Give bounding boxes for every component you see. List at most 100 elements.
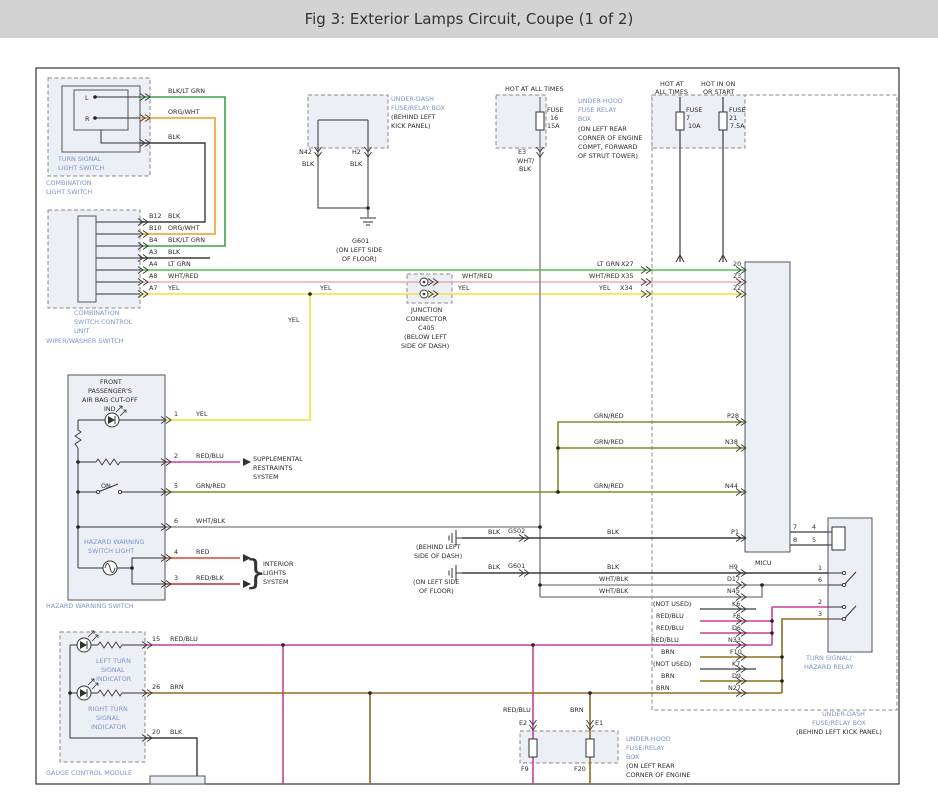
label-signal: SIGNAL: [96, 714, 120, 722]
label-under-dash: UNDER-DASH: [391, 95, 434, 103]
junction-dot-12: [531, 643, 535, 647]
figure-title: Fig 3: Exterior Lamps Circuit, Coupe (1 …: [305, 10, 634, 28]
label-switch-light: SWITCH LIGHT: [88, 547, 134, 555]
label-e3: E3: [518, 148, 526, 156]
label-box: BOX: [626, 753, 640, 761]
junction-dot-1: [366, 206, 370, 210]
label-corner-of-engine: CORNER OF ENGINE: [578, 134, 642, 142]
label-3: 3: [818, 610, 822, 618]
label-g502: G502: [508, 527, 525, 535]
junction-dot-1: [423, 293, 426, 296]
label-fuse-relay-box: FUSE/RELAY BOX: [391, 104, 445, 112]
label-7: 7: [793, 523, 797, 531]
label-blk: BLK: [350, 160, 363, 168]
label-22: 22: [733, 284, 741, 292]
label-k6: K6: [732, 600, 740, 608]
label-7-5a: 7.5A: [730, 122, 745, 130]
label-b10: B10: [149, 224, 162, 232]
label-all-times: ALL TIMES: [655, 88, 688, 96]
label-7: 7: [686, 114, 690, 122]
label-supplemental: SUPPLEMENTAL: [253, 455, 303, 463]
label-grn-red: GRN/RED: [594, 438, 624, 446]
junction-dot-8: [76, 525, 80, 529]
label-blk-lt-grn: BLK/LT GRN: [168, 236, 205, 244]
label-2: 2: [174, 452, 178, 460]
label-red: RED: [196, 548, 209, 556]
label-red-blu: RED/BLU: [503, 706, 531, 714]
label-light-switch: LIGHT SWITCH: [46, 188, 92, 196]
junction-dot-15: [770, 619, 774, 623]
label-on-left-rear: (ON LEFT REAR: [626, 762, 675, 770]
label-red-blu: RED/BLU: [170, 635, 198, 643]
label-yel: YEL: [598, 284, 611, 292]
label-6: 6: [174, 517, 178, 525]
label-wht: WHT/: [517, 157, 535, 165]
label-f9: F9: [521, 765, 529, 773]
label-d9: D9: [732, 672, 741, 680]
label-blk: BLK: [488, 528, 501, 536]
box-partial-module-bottom: [150, 776, 205, 784]
label-n38: N38: [725, 438, 738, 446]
label-1: 1: [174, 410, 178, 418]
label-lights: LIGHTS: [263, 569, 286, 577]
label-g601: G601: [352, 237, 369, 245]
label-kick-panel: KICK PANEL): [391, 122, 430, 130]
label-under-dash: UNDER-DASH: [822, 710, 865, 718]
junction-dot-7: [76, 490, 80, 494]
label-2: 2: [818, 598, 822, 606]
label-wht-red: WHT/RED: [168, 272, 199, 280]
label-below-left: (BELOW LEFT: [404, 333, 447, 341]
junction-dot-18: [780, 679, 784, 683]
label-blk: BLK: [170, 728, 183, 736]
label-front: FRONT: [100, 378, 122, 386]
label-fuse-relay: FUSE/RELAY: [626, 744, 665, 752]
label-r: R: [85, 115, 90, 123]
label-a7: A7: [149, 284, 157, 292]
label-26: 26: [152, 683, 160, 691]
label-on-left-side: (ON LEFT SIDE: [336, 246, 382, 254]
label-behind-left: (BEHIND LEFT: [416, 543, 460, 551]
label-micu: MICU: [755, 559, 772, 567]
contact-icon-3: [842, 583, 845, 586]
label-fuse-relay-box: FUSE/RELAY BOX: [812, 719, 866, 727]
page: Fig 3: Exterior Lamps Circuit, Coupe (1 …: [0, 0, 938, 806]
label-wht-red: WHT/RED: [589, 272, 620, 280]
label-ind: IND: [104, 405, 116, 413]
label-hot-at: HOT AT: [660, 80, 684, 88]
label-red-blu: RED/BLU: [651, 636, 679, 644]
label-wht-blk: WHT/BLK: [599, 587, 629, 595]
label-restraints: RESTRAINTS: [253, 464, 293, 472]
label-hazard-warning: HAZARD WARNING: [84, 538, 145, 546]
label-fuse: FUSE: [729, 106, 745, 114]
fuse-icon-3: [529, 739, 537, 757]
fuse-icon-1: [676, 112, 684, 130]
label-behind-left-kick-panel: (BEHIND LEFT KICK PANEL): [796, 728, 882, 736]
label-org-wht: ORG/WHT: [168, 224, 200, 232]
label-1: 1: [818, 564, 822, 572]
label-org-wht: ORG/WHT: [168, 108, 200, 116]
junction-dot-13: [368, 691, 372, 695]
label-right-turn: RIGHT TURN: [88, 705, 128, 713]
label-n33: N33: [728, 636, 741, 644]
junction-dot-4: [556, 446, 560, 450]
label-interior: INTERIOR: [263, 560, 294, 568]
label-hot-at-all-times: HOT AT ALL TIMES: [505, 85, 564, 93]
label-under-hood: UNDER-HOOD: [626, 735, 671, 743]
label-unit: UNIT: [74, 327, 89, 335]
fuse-icon-2: [719, 112, 727, 130]
label-brn: BRN: [661, 648, 675, 656]
junction-dot-16: [770, 631, 774, 635]
label-hot-in-on: HOT IN ON: [701, 80, 735, 88]
label-light-switch: LIGHT SWITCH: [58, 164, 104, 172]
label-4: 4: [174, 548, 178, 556]
label-brn: BRN: [570, 706, 584, 714]
label-brn: BRN: [170, 683, 184, 691]
label-l: L: [85, 94, 89, 102]
junction-dot-17: [780, 655, 784, 659]
label-wht-blk: WHT/BLK: [196, 517, 226, 525]
label-left-turn: LEFT TURN: [96, 657, 131, 665]
junction-dot-0: [308, 292, 312, 296]
junction-dot-0: [423, 281, 426, 284]
label-red-blu: RED/BLU: [656, 624, 684, 632]
junction-dot-11: [281, 643, 285, 647]
